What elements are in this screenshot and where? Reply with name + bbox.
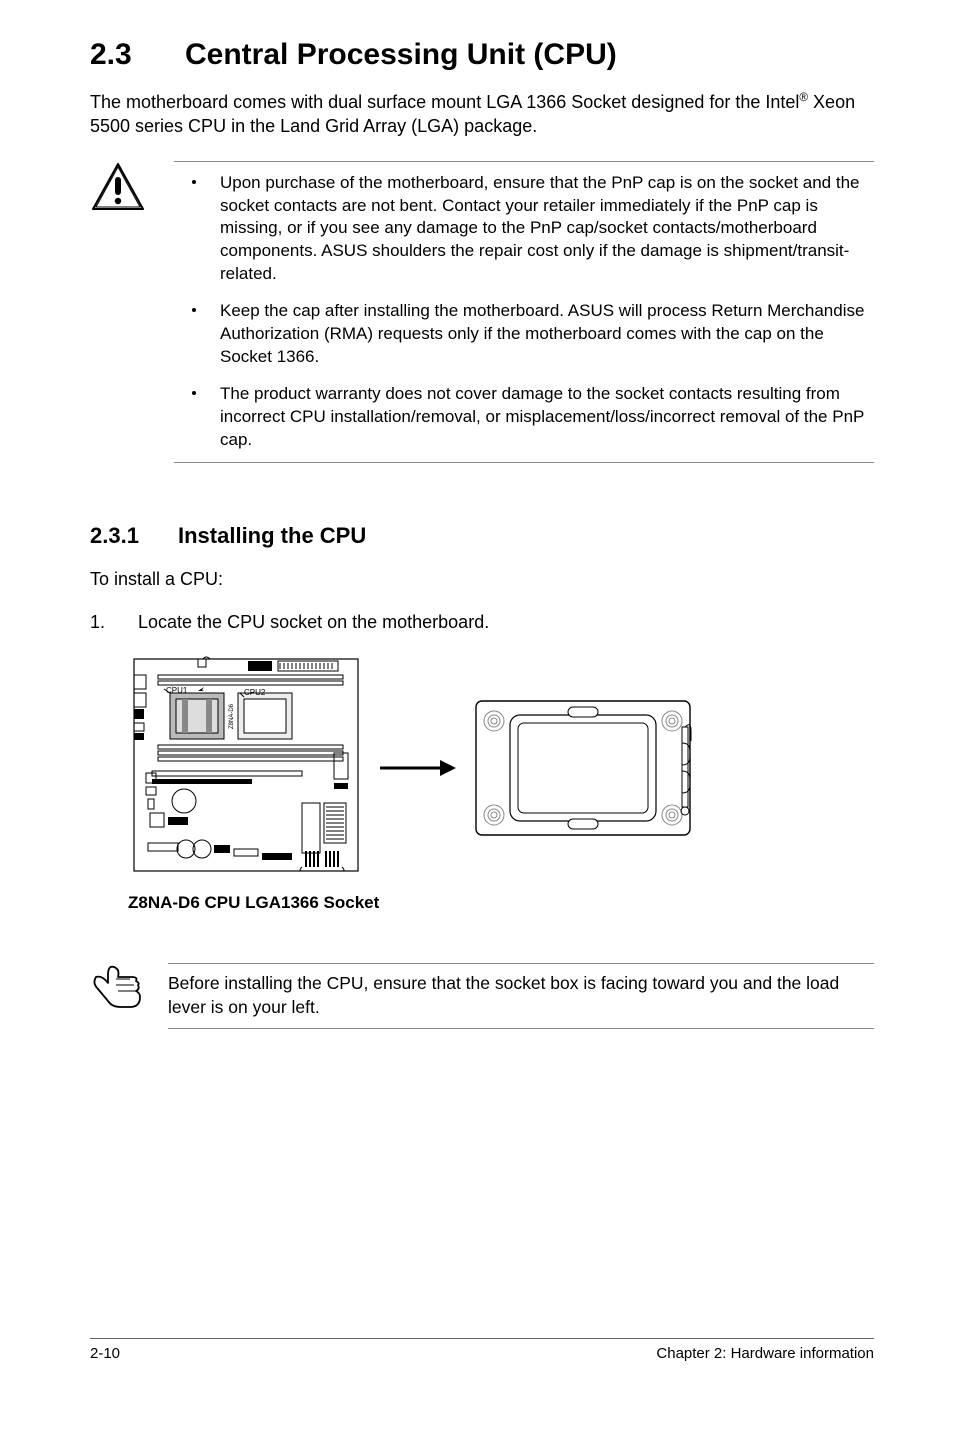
subsection-number: 2.3.1 xyxy=(90,523,178,549)
section-heading: 2.3Central Processing Unit (CPU) xyxy=(90,38,874,72)
section-number: 2.3 xyxy=(90,38,185,72)
step-number: 1. xyxy=(90,610,105,635)
subsection-heading: 2.3.1Installing the CPU xyxy=(90,523,874,549)
diagram-row: CPU1 CPU2 Z8NA-D6 xyxy=(128,653,874,883)
hand-icon xyxy=(90,963,146,1013)
tip-text: Before installing the CPU, ensure that t… xyxy=(168,972,874,1019)
diagram-caption: Z8NA-D6 CPU LGA1366 Socket xyxy=(128,893,874,913)
chapter-label: Chapter 2: Hardware information xyxy=(656,1345,874,1362)
step-text: Locate the CPU socket on the motherboard… xyxy=(138,612,489,632)
intro-pre: The motherboard comes with dual surface … xyxy=(90,92,799,112)
warning-list: Upon purchase of the motherboard, ensure… xyxy=(174,172,874,452)
cpu2-label: CPU2 xyxy=(244,688,266,697)
warning-block: Upon purchase of the motherboard, ensure… xyxy=(90,161,874,473)
warning-text: The product warranty does not cover dama… xyxy=(220,384,864,449)
subsection-title: Installing the CPU xyxy=(178,523,366,548)
step-1: 1. Locate the CPU socket on the motherbo… xyxy=(90,610,874,635)
intro-paragraph: The motherboard comes with dual surface … xyxy=(90,90,874,139)
warning-icon xyxy=(90,161,146,213)
warning-text: Keep the cap after installing the mother… xyxy=(220,301,864,366)
warning-item: Upon purchase of the motherboard, ensure… xyxy=(174,172,874,287)
tip-block: Before installing the CPU, ensure that t… xyxy=(90,963,874,1036)
arrow-icon xyxy=(378,748,458,788)
section-title: Central Processing Unit (CPU) xyxy=(185,38,617,71)
warning-item: The product warranty does not cover dama… xyxy=(174,383,874,452)
page-footer: 2-10 Chapter 2: Hardware information xyxy=(90,1338,874,1362)
cpu-socket-diagram xyxy=(468,693,698,843)
cpu1-label: CPU1 xyxy=(166,686,188,695)
warning-text: Upon purchase of the motherboard, ensure… xyxy=(220,173,860,284)
lead-text: To install a CPU: xyxy=(90,567,874,592)
motherboard-diagram: CPU1 CPU2 Z8NA-D6 xyxy=(128,653,368,883)
warning-item: Keep the cap after installing the mother… xyxy=(174,300,874,369)
registered-mark: ® xyxy=(799,91,808,104)
board-label: Z8NA-D6 xyxy=(229,704,235,730)
page-number: 2-10 xyxy=(90,1345,120,1362)
